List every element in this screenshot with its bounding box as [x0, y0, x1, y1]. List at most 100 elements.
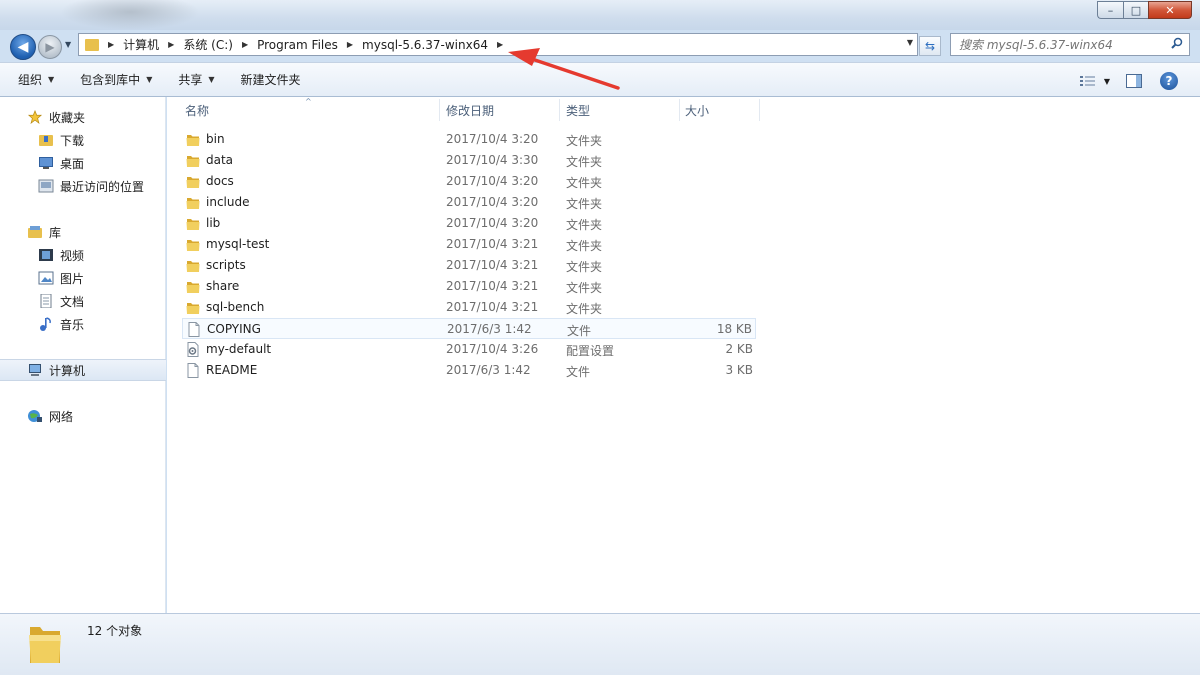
file-name: README [206, 363, 258, 377]
file-name: lib [206, 216, 221, 230]
table-row[interactable]: share 2017/10/4 3:21 文件夹 [182, 276, 756, 297]
column-divider[interactable] [759, 99, 760, 121]
nav-libraries[interactable]: 库 [0, 221, 166, 243]
file-date: 2017/10/4 3:21 [446, 237, 539, 251]
nav-favorites-label: 收藏夹 [49, 110, 86, 125]
table-row[interactable]: mysql-test 2017/10/4 3:21 文件夹 [182, 234, 756, 255]
file-type: 配置设置 [566, 344, 615, 358]
file-date: 2017/10/4 3:30 [446, 153, 539, 167]
file-icon [188, 322, 200, 337]
content-right-edge [1190, 97, 1200, 613]
toolbar-right: ▼ ? [1079, 69, 1200, 93]
view-dropdown-chevron-icon[interactable]: ▼ [1104, 77, 1110, 86]
nav-recent-places[interactable]: 最近访问的位置 [0, 175, 166, 197]
nav-videos[interactable]: 视频 [0, 244, 166, 266]
column-header-size-label: 大小 [685, 103, 710, 118]
breadcrumb-separator[interactable]: ▶ [108, 40, 114, 49]
search-input[interactable] [959, 37, 1159, 52]
nav-pictures[interactable]: 图片 [0, 267, 166, 289]
folder-icon [186, 282, 200, 293]
nav-documents[interactable]: 文档 [0, 290, 166, 312]
column-divider[interactable] [679, 99, 680, 121]
organize-menu-button[interactable]: 组织 ▼ [10, 68, 62, 92]
column-header-type[interactable]: 类型 [566, 97, 676, 123]
nav-libraries-label: 库 [49, 225, 62, 240]
table-row[interactable]: data 2017/10/4 3:30 文件夹 [182, 150, 756, 171]
new-folder-button[interactable]: 新建文件夹 [233, 68, 309, 92]
file-date: 2017/10/4 3:20 [446, 195, 539, 209]
table-row[interactable]: include 2017/10/4 3:20 文件夹 [182, 192, 756, 213]
library-icon [28, 226, 42, 238]
nav-network[interactable]: 网络 [0, 405, 166, 427]
column-header-size[interactable]: 大小 [685, 97, 755, 123]
nav-computer[interactable]: 计算机 [0, 359, 166, 381]
breadcrumb-computer[interactable]: 计算机 [123, 36, 159, 53]
breadcrumb-mysql-folder[interactable]: mysql-5.6.37-winx64 [362, 38, 488, 52]
column-header-date-label: 修改日期 [446, 103, 495, 118]
file-date: 2017/6/3 1:42 [446, 363, 531, 377]
nav-videos-label: 视频 [60, 248, 85, 263]
table-row[interactable]: bin 2017/10/4 3:20 文件夹 [182, 129, 756, 150]
column-divider[interactable] [439, 99, 440, 121]
nav-favorites[interactable]: 收藏夹 [0, 106, 166, 128]
file-date: 2017/10/4 3:26 [446, 342, 539, 356]
column-header-name[interactable]: 名称 [185, 97, 438, 123]
file-date: 2017/10/4 3:20 [446, 216, 539, 230]
file-type: 文件 [566, 365, 591, 379]
table-row[interactable]: sql-bench 2017/10/4 3:21 文件夹 [182, 297, 756, 318]
nav-downloads[interactable]: 下载 [0, 129, 166, 151]
table-row[interactable]: my-default 2017/10/4 3:26 配置设置 2 KB [182, 339, 756, 360]
file-icon [187, 363, 199, 378]
table-row[interactable]: lib 2017/10/4 3:20 文件夹 [182, 213, 756, 234]
search-box[interactable] [950, 33, 1190, 56]
file-type: 文件 [567, 324, 592, 338]
breadcrumb-separator[interactable]: ▶ [242, 40, 248, 49]
file-date: 2017/10/4 3:20 [446, 174, 539, 188]
address-history-dropdown[interactable]: ▼ [907, 38, 913, 47]
minimize-button[interactable]: – [1097, 1, 1123, 19]
column-header-name-label: 名称 [185, 103, 210, 118]
include-in-library-button[interactable]: 包含到库中 ▼ [72, 68, 160, 92]
breadcrumb-separator[interactable]: ▶ [497, 40, 503, 49]
music-icon [40, 317, 51, 331]
file-type: 文件夹 [566, 218, 603, 232]
preview-pane-icon[interactable] [1126, 74, 1142, 88]
table-row[interactable]: README 2017/6/3 1:42 文件 3 KB [182, 360, 756, 381]
breadcrumb-program-files[interactable]: Program Files [257, 38, 338, 52]
help-icon[interactable]: ? [1160, 72, 1178, 90]
column-header-date[interactable]: 修改日期 [446, 97, 556, 123]
forward-button[interactable]: ▶ [38, 35, 62, 59]
folder-icon [186, 261, 200, 272]
recent-places-icon [38, 179, 54, 193]
file-name: data [206, 153, 234, 167]
folder-icon [186, 240, 200, 251]
chevron-down-icon: ▼ [48, 75, 55, 84]
file-type: 文件夹 [566, 176, 603, 190]
share-label: 共享 [178, 73, 203, 87]
recent-pages-dropdown[interactable]: ▼ [65, 40, 71, 49]
folder-icon [186, 303, 200, 314]
refresh-button[interactable]: ⇆ [919, 36, 941, 56]
table-row[interactable]: scripts 2017/10/4 3:21 文件夹 [182, 255, 756, 276]
column-divider[interactable] [559, 99, 560, 121]
column-header-type-label: 类型 [566, 103, 591, 118]
file-type: 文件夹 [566, 155, 603, 169]
maximize-button[interactable]: □ [1123, 1, 1148, 19]
breadcrumb-drive-c[interactable]: 系统 (C:) [183, 36, 233, 53]
details-pane: 12 个对象 [0, 613, 1200, 675]
network-icon [28, 410, 42, 422]
nav-desktop[interactable]: 桌面 [0, 152, 166, 174]
nav-music[interactable]: 音乐 [0, 313, 166, 335]
view-options-icon[interactable] [1079, 75, 1096, 88]
back-button[interactable]: ◀ [10, 34, 36, 60]
breadcrumb-separator[interactable]: ▶ [168, 40, 174, 49]
close-button[interactable]: ✕ [1148, 1, 1192, 19]
chevron-down-icon: ▼ [146, 75, 153, 84]
table-row[interactable]: docs 2017/10/4 3:20 文件夹 [182, 171, 756, 192]
share-button[interactable]: 共享 ▼ [170, 68, 222, 92]
computer-icon [29, 364, 41, 376]
address-bar[interactable]: ▶ 计算机 ▶ 系统 (C:) ▶ Program Files ▶ mysql-… [78, 33, 918, 56]
breadcrumb-separator[interactable]: ▶ [347, 40, 353, 49]
search-icon[interactable] [1171, 37, 1183, 49]
table-row[interactable]: COPYING 2017/6/3 1:42 文件 18 KB [182, 318, 756, 339]
